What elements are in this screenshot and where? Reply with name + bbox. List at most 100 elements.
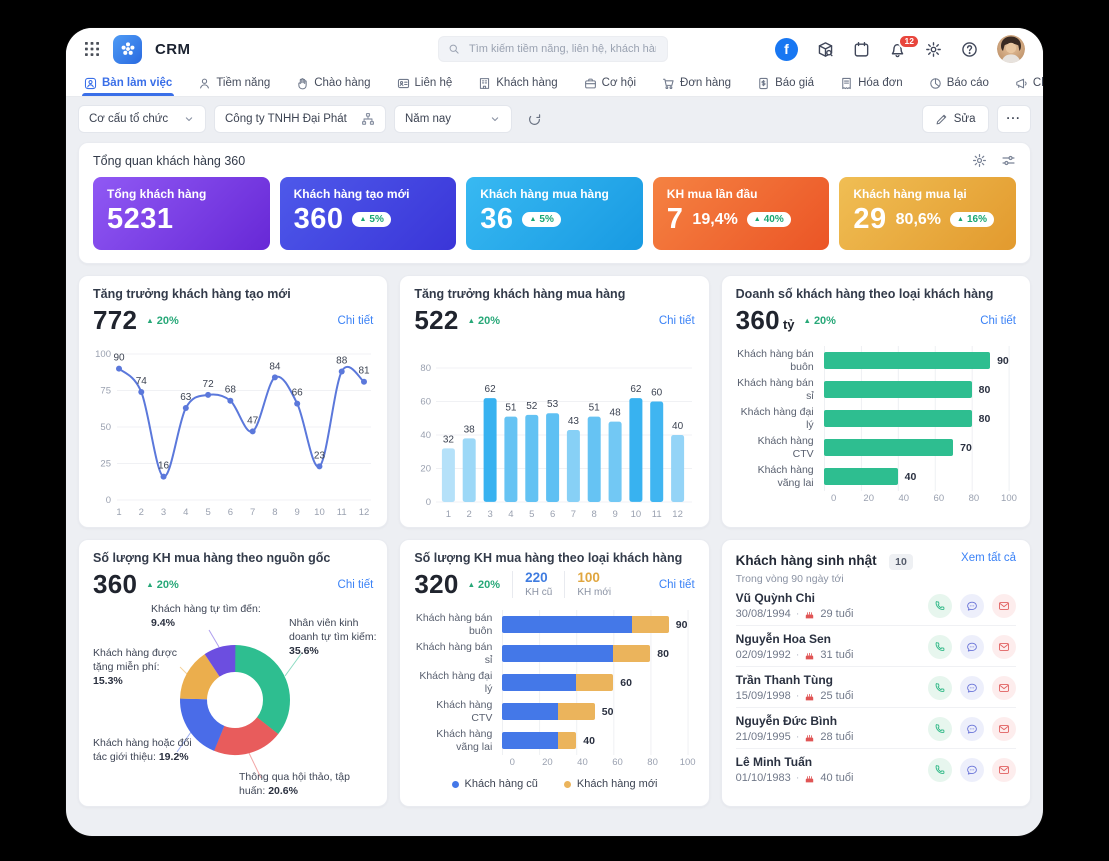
birthday-row[interactable]: Vũ Quỳnh Chi30/08/1994·29 tuổi xyxy=(736,585,1016,625)
hbar-category: Khách hàng đại lý xyxy=(736,406,824,430)
edit-button[interactable]: Sửa xyxy=(922,105,989,133)
tab-campaign[interactable]: Chiến dịch xyxy=(1015,70,1043,96)
message-button[interactable] xyxy=(960,676,984,700)
kpi-card[interactable]: Khách hàng mua hàng36▲5% xyxy=(466,177,643,250)
message-button[interactable] xyxy=(960,594,984,618)
bar-value: 40 xyxy=(905,471,917,483)
tab-report[interactable]: Báo cáo xyxy=(929,70,989,96)
kpi-card[interactable]: KH mua lần đầu719,4%▲40% xyxy=(653,177,830,250)
birthday-count-badge: 10 xyxy=(889,554,913,570)
call-button[interactable] xyxy=(928,635,952,659)
birthday-row[interactable]: Trần Thanh Tùng15/09/1998·25 tuổi xyxy=(736,666,1016,707)
message-button[interactable] xyxy=(960,758,984,782)
charts-row-2: Số lượng KH mua hàng theo nguồn gốc360▲2… xyxy=(78,539,1031,807)
tab-invoice[interactable]: Hóa đơn xyxy=(840,70,903,96)
chart-trend: ▲20% xyxy=(468,579,500,591)
search-input[interactable] xyxy=(467,42,658,56)
overview-section: Tổng quan khách hàng 360 Tổng khách hàng… xyxy=(78,142,1031,264)
svg-text:4: 4 xyxy=(509,509,514,520)
donut-label: Khách hàng được tặng miễn phí: 15.3% xyxy=(93,646,185,689)
help-icon[interactable] xyxy=(961,41,978,58)
period-select[interactable]: Năm nay xyxy=(394,105,512,133)
company-select[interactable]: Công ty TNHH Đại Phát xyxy=(214,105,386,133)
hbar-row: Khách hàng vãng lai40 xyxy=(736,462,1016,491)
call-button[interactable] xyxy=(928,758,952,782)
svg-text:7: 7 xyxy=(571,509,576,520)
message-button[interactable] xyxy=(960,717,984,741)
message-button[interactable] xyxy=(960,635,984,659)
detail-link[interactable]: Chi tiết xyxy=(659,315,695,327)
svg-text:53: 53 xyxy=(547,399,559,410)
tab-label: Báo cáo xyxy=(947,77,989,89)
tab-contact[interactable]: Liên hệ xyxy=(397,70,453,96)
tab-workspace[interactable]: Bàn làm việc xyxy=(84,70,172,96)
dot-separator: · xyxy=(796,772,800,784)
bell-icon[interactable]: 12 xyxy=(889,41,906,58)
birthday-row[interactable]: Nguyễn Hoa Sen02/09/1992·31 tuổi xyxy=(736,625,1016,666)
person-name: Lê Minh Tuấn xyxy=(736,755,854,769)
calendar-icon[interactable] xyxy=(853,41,870,58)
refresh-button[interactable] xyxy=(520,105,548,133)
email-button[interactable] xyxy=(992,676,1016,700)
tab-offer[interactable]: Chào hàng xyxy=(296,70,370,96)
customer-icon xyxy=(478,77,491,90)
user-avatar[interactable] xyxy=(997,35,1025,63)
chevron-down-icon xyxy=(489,113,501,125)
call-button[interactable] xyxy=(928,717,952,741)
kpi-card[interactable]: Khách hàng tạo mới360▲5% xyxy=(280,177,457,250)
bar-value: 70 xyxy=(960,442,972,454)
svg-text:51: 51 xyxy=(589,403,601,414)
bar-segment xyxy=(558,732,576,749)
detail-link[interactable]: Chi tiết xyxy=(980,315,1016,327)
kpi-card[interactable]: Khách hàng mua lại2980,6%▲16% xyxy=(839,177,1016,250)
ellipsis-icon: ··· xyxy=(1007,113,1022,125)
email-button[interactable] xyxy=(992,717,1016,741)
global-search[interactable] xyxy=(438,36,668,62)
topbar-actions: f 12 xyxy=(775,35,1025,63)
settings-icon[interactable] xyxy=(925,41,942,58)
svg-text:60: 60 xyxy=(421,397,432,408)
svg-text:5: 5 xyxy=(205,507,210,518)
svg-text:10: 10 xyxy=(314,507,325,518)
detail-link[interactable]: Chi tiết xyxy=(338,315,374,327)
chart-trend: ▲20% xyxy=(468,315,500,327)
birthday-row[interactable]: Nguyễn Đức Bình21/09/1995·28 tuổi xyxy=(736,707,1016,748)
line-chart: 0255075100123456789101112907416637268478… xyxy=(93,338,373,525)
tab-quote[interactable]: Báo giá xyxy=(757,70,814,96)
overview-title: Tổng quan khách hàng 360 xyxy=(93,154,245,168)
birthday-row[interactable]: Lê Minh Tuấn01/10/1983·40 tuổi xyxy=(736,748,1016,789)
facebook-icon[interactable]: f xyxy=(775,38,798,61)
view-all-link[interactable]: Xem tất cả xyxy=(961,552,1016,564)
call-button[interactable] xyxy=(928,594,952,618)
tab-order[interactable]: Đơn hàng xyxy=(662,70,731,96)
call-button[interactable] xyxy=(928,676,952,700)
app-launcher-grid-icon[interactable] xyxy=(84,41,100,57)
bar-value: 50 xyxy=(602,706,614,718)
hbar-category: Khách hàng đại lý xyxy=(414,670,502,694)
box-search-icon[interactable] xyxy=(817,41,834,58)
more-options-button[interactable]: ··· xyxy=(997,105,1032,133)
kpi-value: 360 xyxy=(294,203,344,236)
sliders-icon[interactable] xyxy=(1001,153,1016,168)
org-structure-select[interactable]: Cơ cấu tổ chức xyxy=(78,105,206,133)
dot-separator: · xyxy=(796,608,800,620)
kpi-card[interactable]: Tổng khách hàng5231 xyxy=(93,177,270,250)
detail-link[interactable]: Chi tiết xyxy=(338,579,374,591)
chart-card-stacked-hbar: Số lượng KH mua hàng theo loại khách hàn… xyxy=(399,539,709,807)
stat-label: KH cũ xyxy=(525,587,552,598)
hbar-row: Khách hàng CTV70 xyxy=(736,433,1016,462)
tab-label: Báo giá xyxy=(775,77,814,89)
tab-opportunity[interactable]: Cơ hội xyxy=(584,70,636,96)
tab-lead[interactable]: Tiềm năng xyxy=(198,70,270,96)
svg-text:2: 2 xyxy=(139,507,144,518)
svg-text:90: 90 xyxy=(113,353,125,364)
stat-label: KH mới xyxy=(577,587,611,598)
email-button[interactable] xyxy=(992,594,1016,618)
detail-link[interactable]: Chi tiết xyxy=(659,579,695,591)
email-button[interactable] xyxy=(992,635,1016,659)
hbar-category: Khách hàng CTV xyxy=(414,699,502,723)
gear-icon[interactable] xyxy=(972,153,987,168)
email-button[interactable] xyxy=(992,758,1016,782)
bar-segment xyxy=(632,616,669,633)
tab-customer[interactable]: Khách hàng xyxy=(478,70,557,96)
